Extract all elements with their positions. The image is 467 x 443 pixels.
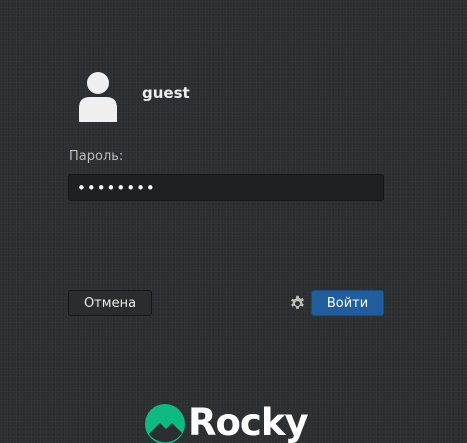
cancel-button[interactable]: Отмена xyxy=(68,290,152,316)
login-button[interactable]: Войти xyxy=(311,290,384,316)
user-avatar-icon xyxy=(77,70,119,122)
rocky-logo-icon xyxy=(145,404,185,443)
password-field[interactable] xyxy=(68,174,384,201)
password-label: Пароль: xyxy=(69,149,124,164)
username: guest xyxy=(142,84,190,102)
gear-icon[interactable] xyxy=(289,294,306,311)
rocky-logo: Rocky xyxy=(145,402,315,443)
logo-text: Rocky xyxy=(188,402,309,443)
